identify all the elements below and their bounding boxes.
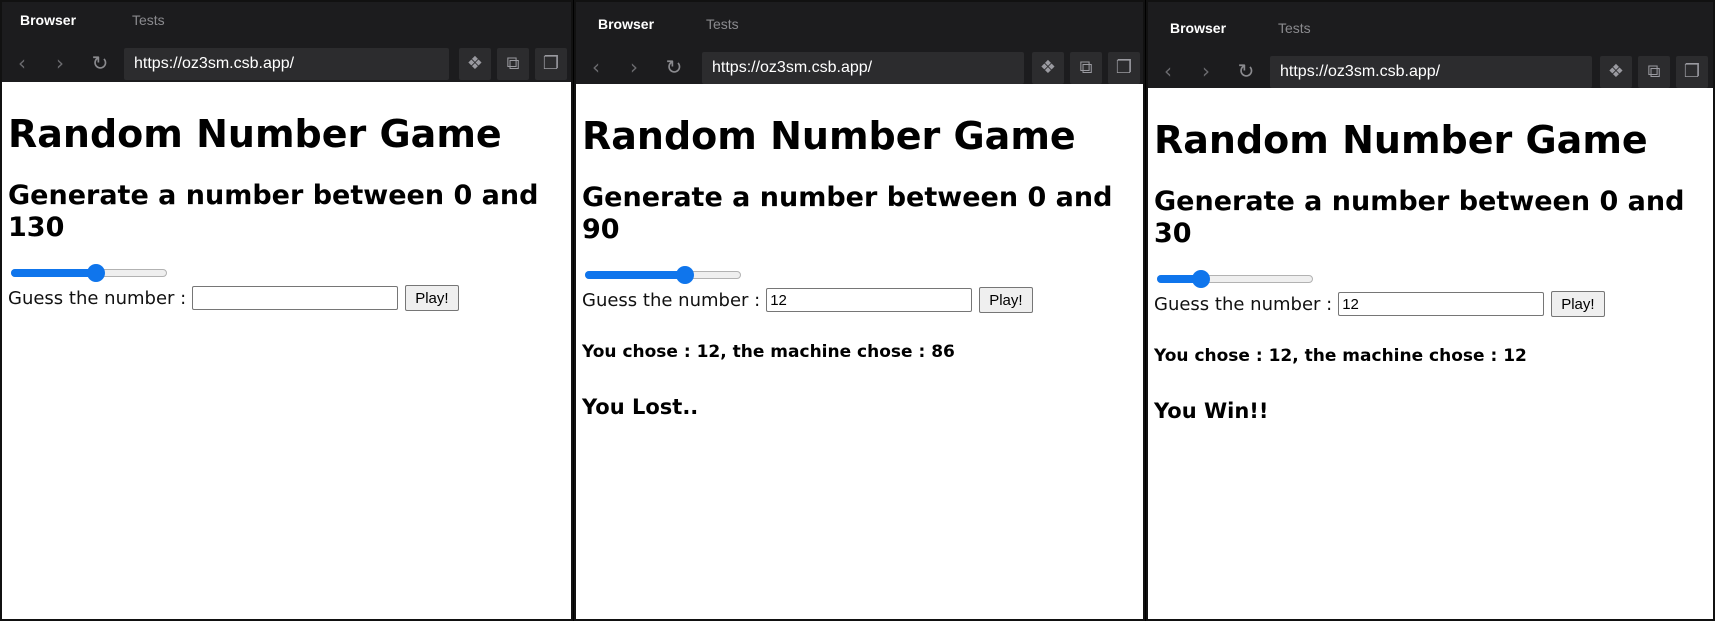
copy-icon[interactable]: ⧉ [1070,52,1102,84]
page-title: Random Number Game [1154,118,1648,162]
guess-row: Guess the number : Play! [582,286,1143,314]
chevron-left-icon[interactable]: ‹ [1157,60,1179,82]
new-window-icon[interactable]: ❐ [1676,56,1708,88]
copy-icon[interactable]: ⧉ [1638,56,1670,88]
tab-browser[interactable]: Browser [20,12,76,28]
slider-thumb[interactable] [676,266,695,284]
range-slider[interactable] [1157,270,1313,288]
slider-fill [11,269,96,277]
reload-icon[interactable]: ↻ [663,56,685,78]
page-content: Random Number Game Generate a number bet… [1148,88,1713,424]
guess-label: Guess the number : [1154,293,1333,315]
copy-icon[interactable]: ⧉ [497,48,529,80]
play-button[interactable]: Play! [979,287,1033,313]
outcome-text: You Win!! [1154,399,1269,423]
range-slider[interactable] [585,266,741,284]
page-title: Random Number Game [582,114,1076,158]
tab-browser[interactable]: Browser [1170,20,1226,36]
chevron-right-icon[interactable]: › [623,56,645,78]
range-subtitle: Generate a number between 0 and 130 [8,180,539,243]
browser-panel-3: Browser Tests ‹ › ↻ https://oz3sm.csb.ap… [1146,0,1715,621]
codesandbox-icon[interactable]: ❖ [1600,56,1632,88]
nav-row: ‹ › ↻ https://oz3sm.csb.app/ ❖ ⧉ ❐ [1148,54,1713,90]
result-text: You chose : 12, the machine chose : 86 [582,342,955,362]
chevron-right-icon[interactable]: › [49,52,71,74]
tab-bar: Browser Tests [2,2,571,38]
browser-chrome: Browser Tests ‹ › ↻ https://oz3sm.csb.ap… [576,2,1143,84]
chevron-right-icon[interactable]: › [1195,60,1217,82]
page-content: Random Number Game Generate a number bet… [2,82,571,312]
guess-input[interactable] [1338,292,1545,316]
browser-panel-2: Browser Tests ‹ › ↻ https://oz3sm.csb.ap… [574,0,1145,621]
range-subtitle: Generate a number between 0 and 90 [582,182,1113,245]
guess-label: Guess the number : [582,289,761,311]
codesandbox-icon[interactable]: ❖ [1032,52,1064,84]
tab-tests[interactable]: Tests [706,16,739,32]
url-bar[interactable]: https://oz3sm.csb.app/ [1270,56,1592,88]
tab-tests[interactable]: Tests [132,12,165,28]
slider-thumb[interactable] [86,264,105,282]
guess-input[interactable] [192,286,399,310]
slider-fill [585,271,686,279]
nav-row: ‹ › ↻ https://oz3sm.csb.app/ ❖ ⧉ ❐ [576,50,1143,86]
range-subtitle: Generate a number between 0 and 30 [1154,186,1685,249]
browser-chrome: Browser Tests ‹ › ↻ https://oz3sm.csb.ap… [1148,2,1713,88]
page-content: Random Number Game Generate a number bet… [576,84,1143,420]
reload-icon[interactable]: ↻ [1235,60,1257,82]
guess-input[interactable] [766,288,973,312]
codesandbox-icon[interactable]: ❖ [459,48,491,80]
play-button[interactable]: Play! [1551,291,1605,317]
outcome-text: You Lost.. [582,395,699,419]
tab-bar: Browser Tests [576,2,1143,38]
nav-row: ‹ › ↻ https://oz3sm.csb.app/ ❖ ⧉ ❐ [2,46,571,82]
browser-chrome: Browser Tests ‹ › ↻ https://oz3sm.csb.ap… [2,2,571,82]
tab-bar: Browser Tests [1148,2,1713,38]
tab-tests[interactable]: Tests [1278,20,1311,36]
url-bar[interactable]: https://oz3sm.csb.app/ [702,52,1024,84]
guess-label: Guess the number : [8,287,187,309]
chevron-left-icon[interactable]: ‹ [585,56,607,78]
slider-thumb[interactable] [1191,270,1210,288]
reload-icon[interactable]: ↻ [89,52,111,74]
result-text: You chose : 12, the machine chose : 12 [1154,346,1527,366]
play-button[interactable]: Play! [405,285,459,311]
guess-row: Guess the number : Play! [1154,290,1713,318]
chevron-left-icon[interactable]: ‹ [11,52,33,74]
new-window-icon[interactable]: ❐ [1108,52,1140,84]
url-bar[interactable]: https://oz3sm.csb.app/ [124,48,449,80]
guess-row: Guess the number : Play! [8,284,571,312]
new-window-icon[interactable]: ❐ [535,48,567,80]
range-slider[interactable] [11,264,167,282]
browser-panel-1: Browser Tests ‹ › ↻ https://oz3sm.csb.ap… [0,0,573,621]
tab-browser[interactable]: Browser [598,16,654,32]
page-title: Random Number Game [8,112,502,156]
